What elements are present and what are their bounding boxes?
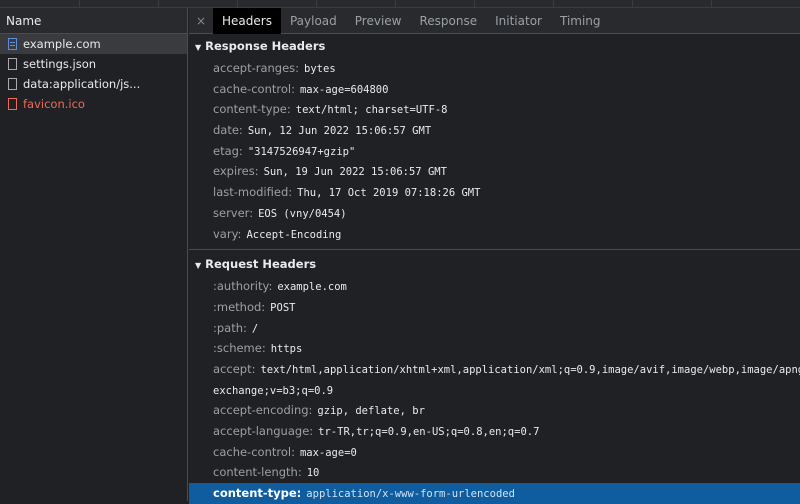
request-name: settings.json xyxy=(23,57,97,71)
section-title: Response Headers xyxy=(205,39,326,53)
header-name: server: xyxy=(213,205,254,220)
header-value: EOS (vny/0454) xyxy=(258,207,347,220)
request-list-pane: Name example.com settings.json data:applic… xyxy=(0,8,188,501)
request-item[interactable]: settings.json xyxy=(0,54,187,74)
tab-payload[interactable]: Payload xyxy=(281,8,346,34)
header-value: text/html,application/xhtml+xml,applicat… xyxy=(260,363,800,376)
header-row[interactable]: accept: text/html,application/xhtml+xml,a… xyxy=(189,359,800,380)
header-name: content-length: xyxy=(213,465,302,480)
header-name: last-modified: xyxy=(213,185,293,200)
header-name: accept: xyxy=(213,361,256,376)
section-title: Request Headers xyxy=(205,257,317,272)
header-row[interactable]: date: Sun, 12 Jun 2022 15:06:57 GMT xyxy=(189,120,800,141)
header-name: vary: xyxy=(213,226,242,241)
header-value: tr-TR,tr;q=0.9,en-US;q=0.8,en;q=0.7 xyxy=(318,426,540,438)
header-value: example.com xyxy=(277,281,347,294)
request-item[interactable]: favicon.ico xyxy=(0,94,187,114)
header-name: etag: xyxy=(213,143,243,158)
header-name: cache-control: xyxy=(213,81,295,96)
header-value: / xyxy=(251,322,259,335)
header-value: gzip, deflate, br xyxy=(317,405,425,418)
header-name: content-type: xyxy=(213,102,291,117)
header-value: application/x-www-form-urlencoded xyxy=(306,488,515,501)
header-value: max-age=0 xyxy=(299,446,357,459)
document-icon xyxy=(8,38,17,50)
request-item[interactable]: example.com xyxy=(0,34,187,54)
header-row[interactable]: last-modified: Thu, 17 Oct 2019 07:18:26 … xyxy=(189,182,800,203)
header-value: POST xyxy=(270,301,296,314)
header-row[interactable]: vary: Accept-Encoding xyxy=(189,224,800,245)
request-headers-section[interactable]: ▼ Request Headers xyxy=(189,252,800,276)
header-name: :method: xyxy=(213,299,266,314)
file-icon xyxy=(8,78,17,90)
header-value: 10 xyxy=(306,467,320,480)
header-name: accept-language: xyxy=(213,424,314,438)
header-row[interactable]: accept-language: tr-TR,tr;q=0.9,en-US;q=0… xyxy=(189,421,800,442)
header-name: date: xyxy=(213,123,243,138)
header-value: bytes xyxy=(304,63,336,75)
header-value: text/html; charset=UTF-8 xyxy=(295,104,448,117)
triangle-down-icon: ▼ xyxy=(195,261,202,271)
tab-headers[interactable]: Headers xyxy=(213,7,281,34)
header-name: accept-encoding: xyxy=(213,403,313,418)
file-icon xyxy=(8,98,17,110)
tab-initiator[interactable]: Initiator xyxy=(486,8,551,34)
details-tabs: × Headers Payload Preview Response Initiator… xyxy=(189,7,800,34)
header-row[interactable]: :scheme: https xyxy=(189,338,800,359)
response-headers-section[interactable]: ▼ Response Headers xyxy=(189,34,800,58)
header-value: Accept-Encoding xyxy=(246,228,342,241)
close-icon[interactable]: × xyxy=(189,14,213,28)
header-row[interactable]: cache-control: max-age=0 xyxy=(189,442,800,463)
header-row[interactable]: :path: / xyxy=(189,318,800,339)
tab-timing[interactable]: Timing xyxy=(551,8,610,34)
header-name: cache-control: xyxy=(213,444,295,459)
details-pane: × Headers Payload Preview Response Initiator… xyxy=(189,7,800,504)
header-row[interactable]: :authority: example.com xyxy=(189,276,800,297)
header-value: Sun, 12 Jun 2022 15:06:57 GMT xyxy=(247,125,432,138)
header-name: :path: xyxy=(213,320,247,335)
header-name: accept-ranges: xyxy=(213,61,300,75)
request-name: data:application/js... xyxy=(23,77,141,91)
header-row[interactable]: etag: "3147526947+gzip" xyxy=(189,141,800,162)
header-value: Thu, 17 Oct 2019 07:18:26 GMT xyxy=(297,187,481,200)
header-value: max-age=604800 xyxy=(299,83,389,96)
file-icon xyxy=(8,58,17,70)
header-row[interactable]: server: EOS (vny/0454) xyxy=(189,203,800,224)
name-column-header[interactable]: Name xyxy=(0,8,187,34)
header-row[interactable]: expires: Sun, 19 Jun 2022 15:06:57 GMT xyxy=(189,161,800,182)
triangle-down-icon: ▼ xyxy=(195,43,202,52)
header-value: exchange;v=b3;q=0.9 xyxy=(213,384,334,397)
header-name: :authority: xyxy=(213,279,273,294)
request-name: favicon.ico xyxy=(23,97,85,111)
header-name: expires: xyxy=(213,164,259,179)
request-item[interactable]: data:application/js... xyxy=(0,74,187,94)
header-value: "3147526947+gzip" xyxy=(247,145,356,158)
request-name: example.com xyxy=(23,37,101,51)
header-row[interactable]: content-length: 10 xyxy=(189,462,800,483)
header-name: :scheme: xyxy=(213,341,266,356)
header-row[interactable]: exchange;v=b3;q=0.9 xyxy=(189,380,800,401)
header-row[interactable]: cache-control: max-age=604800 xyxy=(189,79,800,100)
header-row[interactable]: :method: POST xyxy=(189,297,800,318)
tab-preview[interactable]: Preview xyxy=(346,8,411,34)
tab-response[interactable]: Response xyxy=(410,8,486,34)
header-row[interactable]: content-type: text/html; charset=UTF-8 xyxy=(189,99,800,120)
header-name: content-type: xyxy=(213,486,302,501)
divider xyxy=(189,249,800,251)
header-row[interactable]: accept-encoding: gzip, deflate, br xyxy=(189,400,800,421)
header-value: https xyxy=(270,343,303,356)
header-row[interactable]: accept-ranges: bytes xyxy=(189,58,800,79)
header-value: Sun, 19 Jun 2022 15:06:57 GMT xyxy=(263,166,447,179)
